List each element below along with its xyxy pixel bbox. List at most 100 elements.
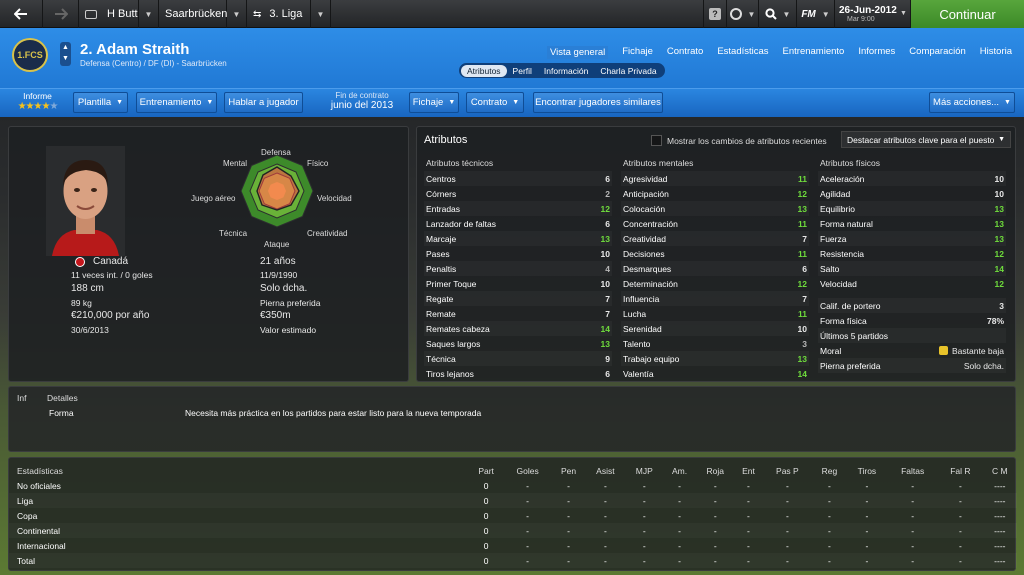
stat-column-header[interactable]: Pen	[552, 463, 585, 478]
back-button[interactable]	[0, 0, 43, 28]
tab-estadisticas[interactable]: Estadísticas	[717, 46, 768, 59]
stat-column-header[interactable]: Pas P	[762, 463, 812, 478]
club-dropdown[interactable]: ▼	[227, 0, 247, 28]
hablar-jugador-button[interactable]: Hablar a jugador	[224, 92, 303, 113]
attribute-row[interactable]: Lanzador de faltas 6	[424, 216, 612, 231]
attribute-row[interactable]: Aceleración 10	[818, 171, 1006, 186]
attribute-row[interactable]: Anticipación 12	[621, 186, 809, 201]
competition-dropdown[interactable]: ▼	[311, 0, 331, 28]
attribute-row[interactable]: Decisiones 11	[621, 246, 809, 261]
stat-column-header[interactable]: Reg	[812, 463, 846, 478]
attribute-row[interactable]: Centros 6	[424, 171, 612, 186]
tab-entrenamiento[interactable]: Entrenamiento	[783, 46, 845, 59]
stat-column-header[interactable]: Goles	[503, 463, 552, 478]
subtab-atributos[interactable]: Atributos	[461, 64, 507, 77]
attribute-row[interactable]: Fuerza 13	[818, 231, 1006, 246]
fichaje-button[interactable]: Fichaje ▼	[409, 92, 459, 113]
attribute-row[interactable]: Últimos 5 partidos	[818, 328, 1006, 343]
attribute-row[interactable]: Moral Bastante baja	[818, 343, 1006, 358]
attribute-row[interactable]: Entradas 12	[424, 201, 612, 216]
stat-cell: -	[911, 495, 915, 506]
attribute-row[interactable]: Calif. de portero 3	[818, 298, 1006, 313]
stat-column-header[interactable]: Fal R	[938, 463, 983, 478]
plantilla-button[interactable]: Plantilla ▼	[73, 92, 128, 113]
attribute-row[interactable]: Colocación 13	[621, 201, 809, 216]
attribute-row[interactable]: Tiros lejanos 6	[424, 366, 612, 381]
tab-informes[interactable]: Informes	[858, 46, 895, 59]
attribute-row[interactable]: Influencia 7	[621, 291, 809, 306]
attribute-row[interactable]: Remate 7	[424, 306, 612, 321]
stat-column-header[interactable]: Am.	[663, 463, 696, 478]
attribute-row[interactable]: Talento 3	[621, 336, 809, 351]
manager-dropdown[interactable]: ▼	[139, 0, 159, 28]
attribute-row[interactable]: Forma natural 13	[818, 216, 1006, 231]
stat-column-header[interactable]: Faltas	[887, 463, 938, 478]
attribute-row[interactable]: Resistencia 12	[818, 246, 1006, 261]
tab-fichaje[interactable]: Fichaje	[622, 46, 653, 59]
tab-comparacion[interactable]: Comparación	[909, 46, 966, 59]
attribute-row[interactable]: Penaltis 4	[424, 261, 612, 276]
attribute-row[interactable]: Saques largos 13	[424, 336, 612, 351]
highlight-attributes-dropdown[interactable]: Destacar atributos clave para el puesto ▼	[841, 131, 1011, 148]
subtab-informacion[interactable]: Información	[538, 65, 594, 77]
stat-column-header[interactable]: Roja	[696, 463, 734, 478]
stat-column-header[interactable]: Asist	[585, 463, 625, 478]
stat-column-header[interactable]: Part	[469, 463, 503, 478]
attribute-row[interactable]: Concentración 11	[621, 216, 809, 231]
attribute-row[interactable]: Primer Toque 10	[424, 276, 612, 291]
attribute-value: 12	[994, 248, 1004, 259]
attribute-row[interactable]: Remates cabeza 14	[424, 321, 612, 336]
stat-column-header[interactable]: MJP	[626, 463, 663, 478]
chevron-down-icon[interactable]: ▼	[62, 55, 69, 62]
attribute-row[interactable]: Velocidad 12	[818, 276, 1006, 291]
chevron-down-icon: ▼	[512, 99, 520, 106]
rating-stars: ★★★★	[17, 101, 51, 112]
attribute-row[interactable]: Serenidad 10	[621, 321, 809, 336]
attribute-row[interactable]: Lucha 11	[621, 306, 809, 321]
tab-contrato[interactable]: Contrato	[667, 46, 703, 59]
attribute-row[interactable]: Pierna preferida Solo dcha.	[818, 358, 1006, 373]
stat-column-header[interactable]: Tiros	[847, 463, 888, 478]
attribute-row[interactable]: Forma física 78%	[818, 313, 1006, 328]
attribute-row[interactable]: Agilidad 10	[818, 186, 1006, 201]
attribute-row[interactable]: Equilibrio 13	[818, 201, 1006, 216]
player-nav-arrows[interactable]: ▲ ▼	[60, 42, 71, 66]
stat-cell: -	[827, 480, 831, 491]
stat-cell: -	[567, 540, 570, 551]
tab-historia[interactable]: Historia	[980, 46, 1012, 59]
world-button[interactable]: ▼	[727, 0, 759, 28]
attribute-row[interactable]: Agresividad 11	[621, 171, 809, 186]
competition-menu[interactable]: ⇆ 3. Liga	[247, 0, 311, 28]
subtab-perfil[interactable]: Perfil	[507, 65, 538, 77]
help-button[interactable]: ?	[703, 0, 727, 28]
attribute-row[interactable]: Salto 14	[818, 261, 1006, 276]
club-menu[interactable]: Saarbrücken	[159, 0, 227, 28]
more-actions-button[interactable]: Más acciones... ▼	[929, 92, 1015, 113]
search-button[interactable]: ▼	[759, 0, 797, 28]
fm-menu-button[interactable]: FM ▼	[797, 0, 835, 28]
attribute-row[interactable]: Creatividad 7	[621, 231, 809, 246]
attribute-row[interactable]: Córners 2	[424, 186, 612, 201]
attribute-row[interactable]: Valentía 14	[621, 366, 809, 381]
attribute-row[interactable]: Determinación 12	[621, 276, 809, 291]
manager-menu[interactable]: H Butt	[79, 0, 139, 28]
entrenamiento-button[interactable]: Entrenamiento ▼	[136, 92, 217, 113]
contrato-button[interactable]: Contrato ▼	[466, 92, 524, 113]
similar-players-button[interactable]: Encontrar jugadores similares	[533, 92, 663, 113]
player-title: 2. Adam Straith	[80, 41, 190, 58]
tab-vista-general[interactable]: Vista general	[546, 46, 609, 59]
show-changes-checkbox[interactable]	[651, 135, 662, 146]
attribute-row[interactable]: Marcaje 13	[424, 231, 612, 246]
subtab-charla-privada[interactable]: Charla Privada	[594, 65, 662, 77]
forward-button[interactable]	[43, 0, 79, 28]
stat-column-header[interactable]: Ent	[734, 463, 762, 478]
attribute-row[interactable]: Trabajo equipo 13	[621, 351, 809, 366]
attribute-value: 13	[994, 203, 1004, 214]
stat-column-header[interactable]: C M	[983, 463, 1017, 478]
attribute-row[interactable]: Regate 7	[424, 291, 612, 306]
continue-button[interactable]: Continuar	[911, 0, 1024, 28]
attribute-row[interactable]: Técnica 9	[424, 351, 612, 366]
attribute-row[interactable]: Pases 10	[424, 246, 612, 261]
attribute-row[interactable]: Desmarques 6	[621, 261, 809, 276]
chevron-up-icon[interactable]: ▲	[62, 44, 69, 51]
